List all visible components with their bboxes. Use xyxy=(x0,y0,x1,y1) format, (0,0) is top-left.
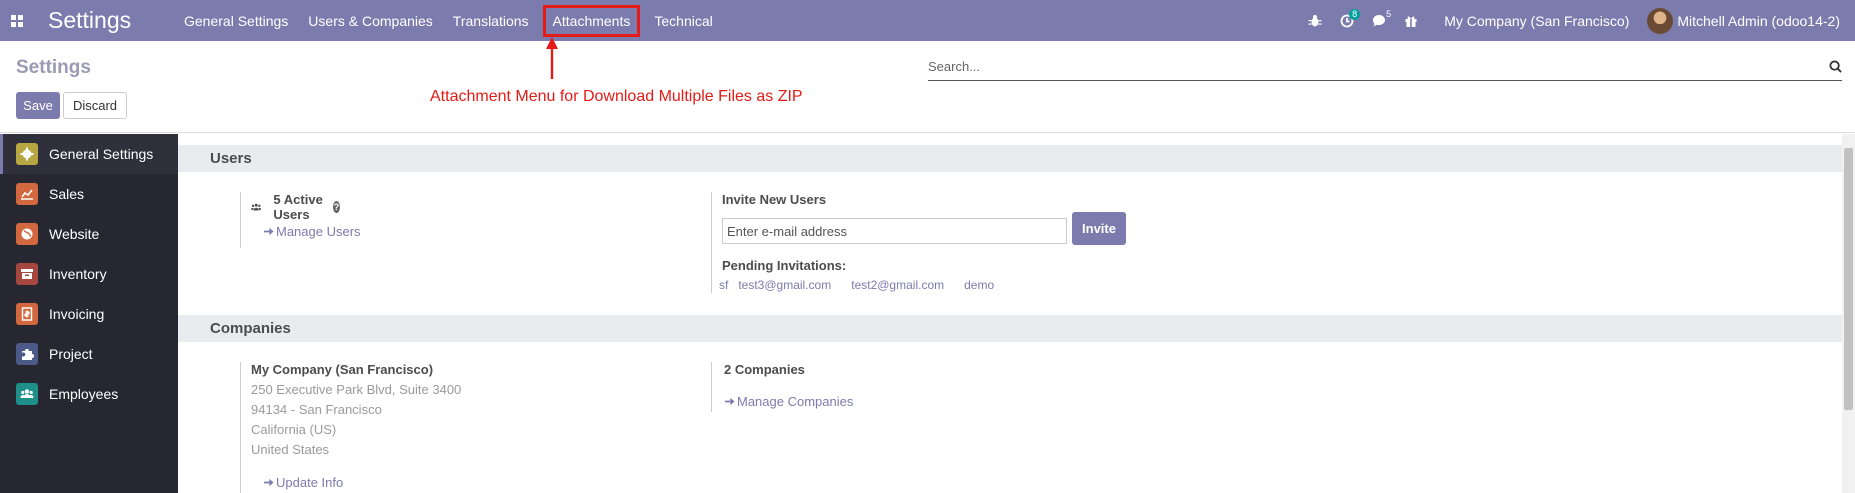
search-bar xyxy=(928,53,1842,81)
bug-icon[interactable] xyxy=(1300,0,1330,41)
pending-invite-sf[interactable]: sf xyxy=(719,278,728,292)
company-switcher[interactable]: My Company (San Francisco) xyxy=(1444,13,1629,29)
arrow-right-icon xyxy=(263,227,274,236)
menu-attachments[interactable]: Attachments xyxy=(542,4,641,37)
save-button[interactable]: Save xyxy=(16,92,60,119)
activity-clock-icon[interactable]: 8 xyxy=(1332,0,1362,41)
gift-icon[interactable] xyxy=(1396,0,1426,41)
invite-button[interactable]: Invite xyxy=(1072,212,1126,245)
pending-invitations-title: Pending Invitations: xyxy=(722,258,847,273)
section-users-heading: Users xyxy=(178,145,1842,172)
address-line: California (US) xyxy=(251,422,337,437)
menu-technical[interactable]: Technical xyxy=(644,0,722,41)
sidebar-item-label: General Settings xyxy=(49,146,154,162)
box-icon xyxy=(16,263,38,285)
sidebar-item-invoicing[interactable]: Invoicing xyxy=(0,294,178,334)
address-line: United States xyxy=(251,442,330,457)
menu-users-companies[interactable]: Users & Companies xyxy=(298,0,443,41)
pending-invite-demo[interactable]: demo xyxy=(964,278,994,292)
user-name: Mitchell Admin (odoo14-2) xyxy=(1677,12,1840,29)
gear-icon xyxy=(16,143,38,165)
sidebar-item-label: Website xyxy=(49,226,100,242)
manage-companies-label: Manage Companies xyxy=(737,394,854,409)
pending-invite-test3[interactable]: test3@gmail.com xyxy=(738,278,831,292)
navbar-systray: 8 5 My Company (San Francisco) Mitchell … xyxy=(1300,0,1855,41)
invoice-icon xyxy=(16,303,38,325)
menu-translations[interactable]: Translations xyxy=(443,0,539,41)
sidebar-item-label: Employees xyxy=(49,386,119,402)
annotation-text: Attachment Menu for Download Multiple Fi… xyxy=(430,88,803,105)
update-info-link[interactable]: Update Info xyxy=(263,475,343,490)
menu-general-settings[interactable]: General Settings xyxy=(174,0,298,41)
sidebar-item-employees[interactable]: Employees xyxy=(0,374,178,414)
companies-count-block: 2 Companies Manage Companies xyxy=(711,362,853,412)
sidebar-item-label: Project xyxy=(49,346,93,362)
manage-users-label: Manage Users xyxy=(276,224,361,239)
invite-users-block: Invite New Users Invite Pending Invitati… xyxy=(711,192,1126,293)
messages-count-badge: 5 xyxy=(1386,9,1392,19)
messages-icon[interactable]: 5 xyxy=(1364,0,1394,41)
apps-menu-icon[interactable] xyxy=(0,0,34,41)
pending-invite-test2[interactable]: test2@gmail.com xyxy=(851,278,944,292)
update-info-label: Update Info xyxy=(276,475,344,490)
arrow-right-icon xyxy=(724,397,735,406)
sidebar-item-website[interactable]: Website xyxy=(0,214,178,254)
active-users-row: 5 Active Users ? xyxy=(251,192,341,222)
settings-main: Users 5 Active Users ? Manage Users Invi… xyxy=(178,134,1842,493)
top-navbar: Settings General Settings Users & Compan… xyxy=(0,0,1855,41)
activity-count-badge: 8 xyxy=(1349,9,1361,20)
active-users-block: 5 Active Users ? Manage Users xyxy=(240,192,361,248)
annotation-arrow xyxy=(546,37,558,79)
search-icon[interactable] xyxy=(1829,60,1842,73)
chart-icon xyxy=(16,183,38,205)
discard-button[interactable]: Discard xyxy=(63,92,127,119)
search-input[interactable] xyxy=(928,59,1829,74)
avatar xyxy=(1647,7,1674,34)
app-brand-title: Settings xyxy=(48,7,132,33)
puzzle-icon xyxy=(16,343,38,365)
active-users-count: 5 Active Users xyxy=(273,192,323,222)
companies-count: 2 Companies xyxy=(724,362,805,377)
page-title: Settings xyxy=(16,57,91,78)
invite-title: Invite New Users xyxy=(722,192,827,207)
sidebar-item-inventory[interactable]: Inventory xyxy=(0,254,178,294)
users-group-icon xyxy=(251,203,262,211)
users-icon xyxy=(16,383,38,405)
sidebar-item-label: Inventory xyxy=(49,266,107,282)
address-line: 94134 - San Francisco xyxy=(251,402,382,417)
sidebar-item-label: Sales xyxy=(49,186,85,202)
help-icon[interactable]: ? xyxy=(333,201,341,213)
sidebar-item-general-settings[interactable]: General Settings xyxy=(0,134,178,174)
settings-sidebar: General Settings Sales Website Inventory… xyxy=(0,134,178,493)
section-companies-heading: Companies xyxy=(178,315,1842,342)
pending-invitations-list: sf test3@gmail.com test2@gmail.com demo xyxy=(719,278,994,292)
address-line: 250 Executive Park Blvd, Suite 3400 xyxy=(251,382,462,397)
sidebar-item-project[interactable]: Project xyxy=(0,334,178,374)
globe-icon xyxy=(16,223,38,245)
scrollbar-thumb[interactable] xyxy=(1844,148,1853,410)
company-info-block: My Company (San Francisco) 250 Executive… xyxy=(240,362,461,493)
user-menu[interactable]: Mitchell Admin (odoo14-2) xyxy=(1647,7,1840,34)
arrow-right-icon xyxy=(263,478,274,487)
sidebar-item-sales[interactable]: Sales xyxy=(0,174,178,214)
company-name: My Company (San Francisco) xyxy=(251,362,434,377)
invite-email-input[interactable] xyxy=(722,218,1067,244)
main-scrollbar[interactable] xyxy=(1842,134,1855,493)
sidebar-item-label: Invoicing xyxy=(49,306,105,322)
manage-companies-link[interactable]: Manage Companies xyxy=(724,394,853,409)
manage-users-link[interactable]: Manage Users xyxy=(263,224,361,239)
control-panel: Settings Save Discard Attachment Menu fo… xyxy=(0,41,1855,133)
company-address: 250 Executive Park Blvd, Suite 3400 9413… xyxy=(251,380,461,460)
